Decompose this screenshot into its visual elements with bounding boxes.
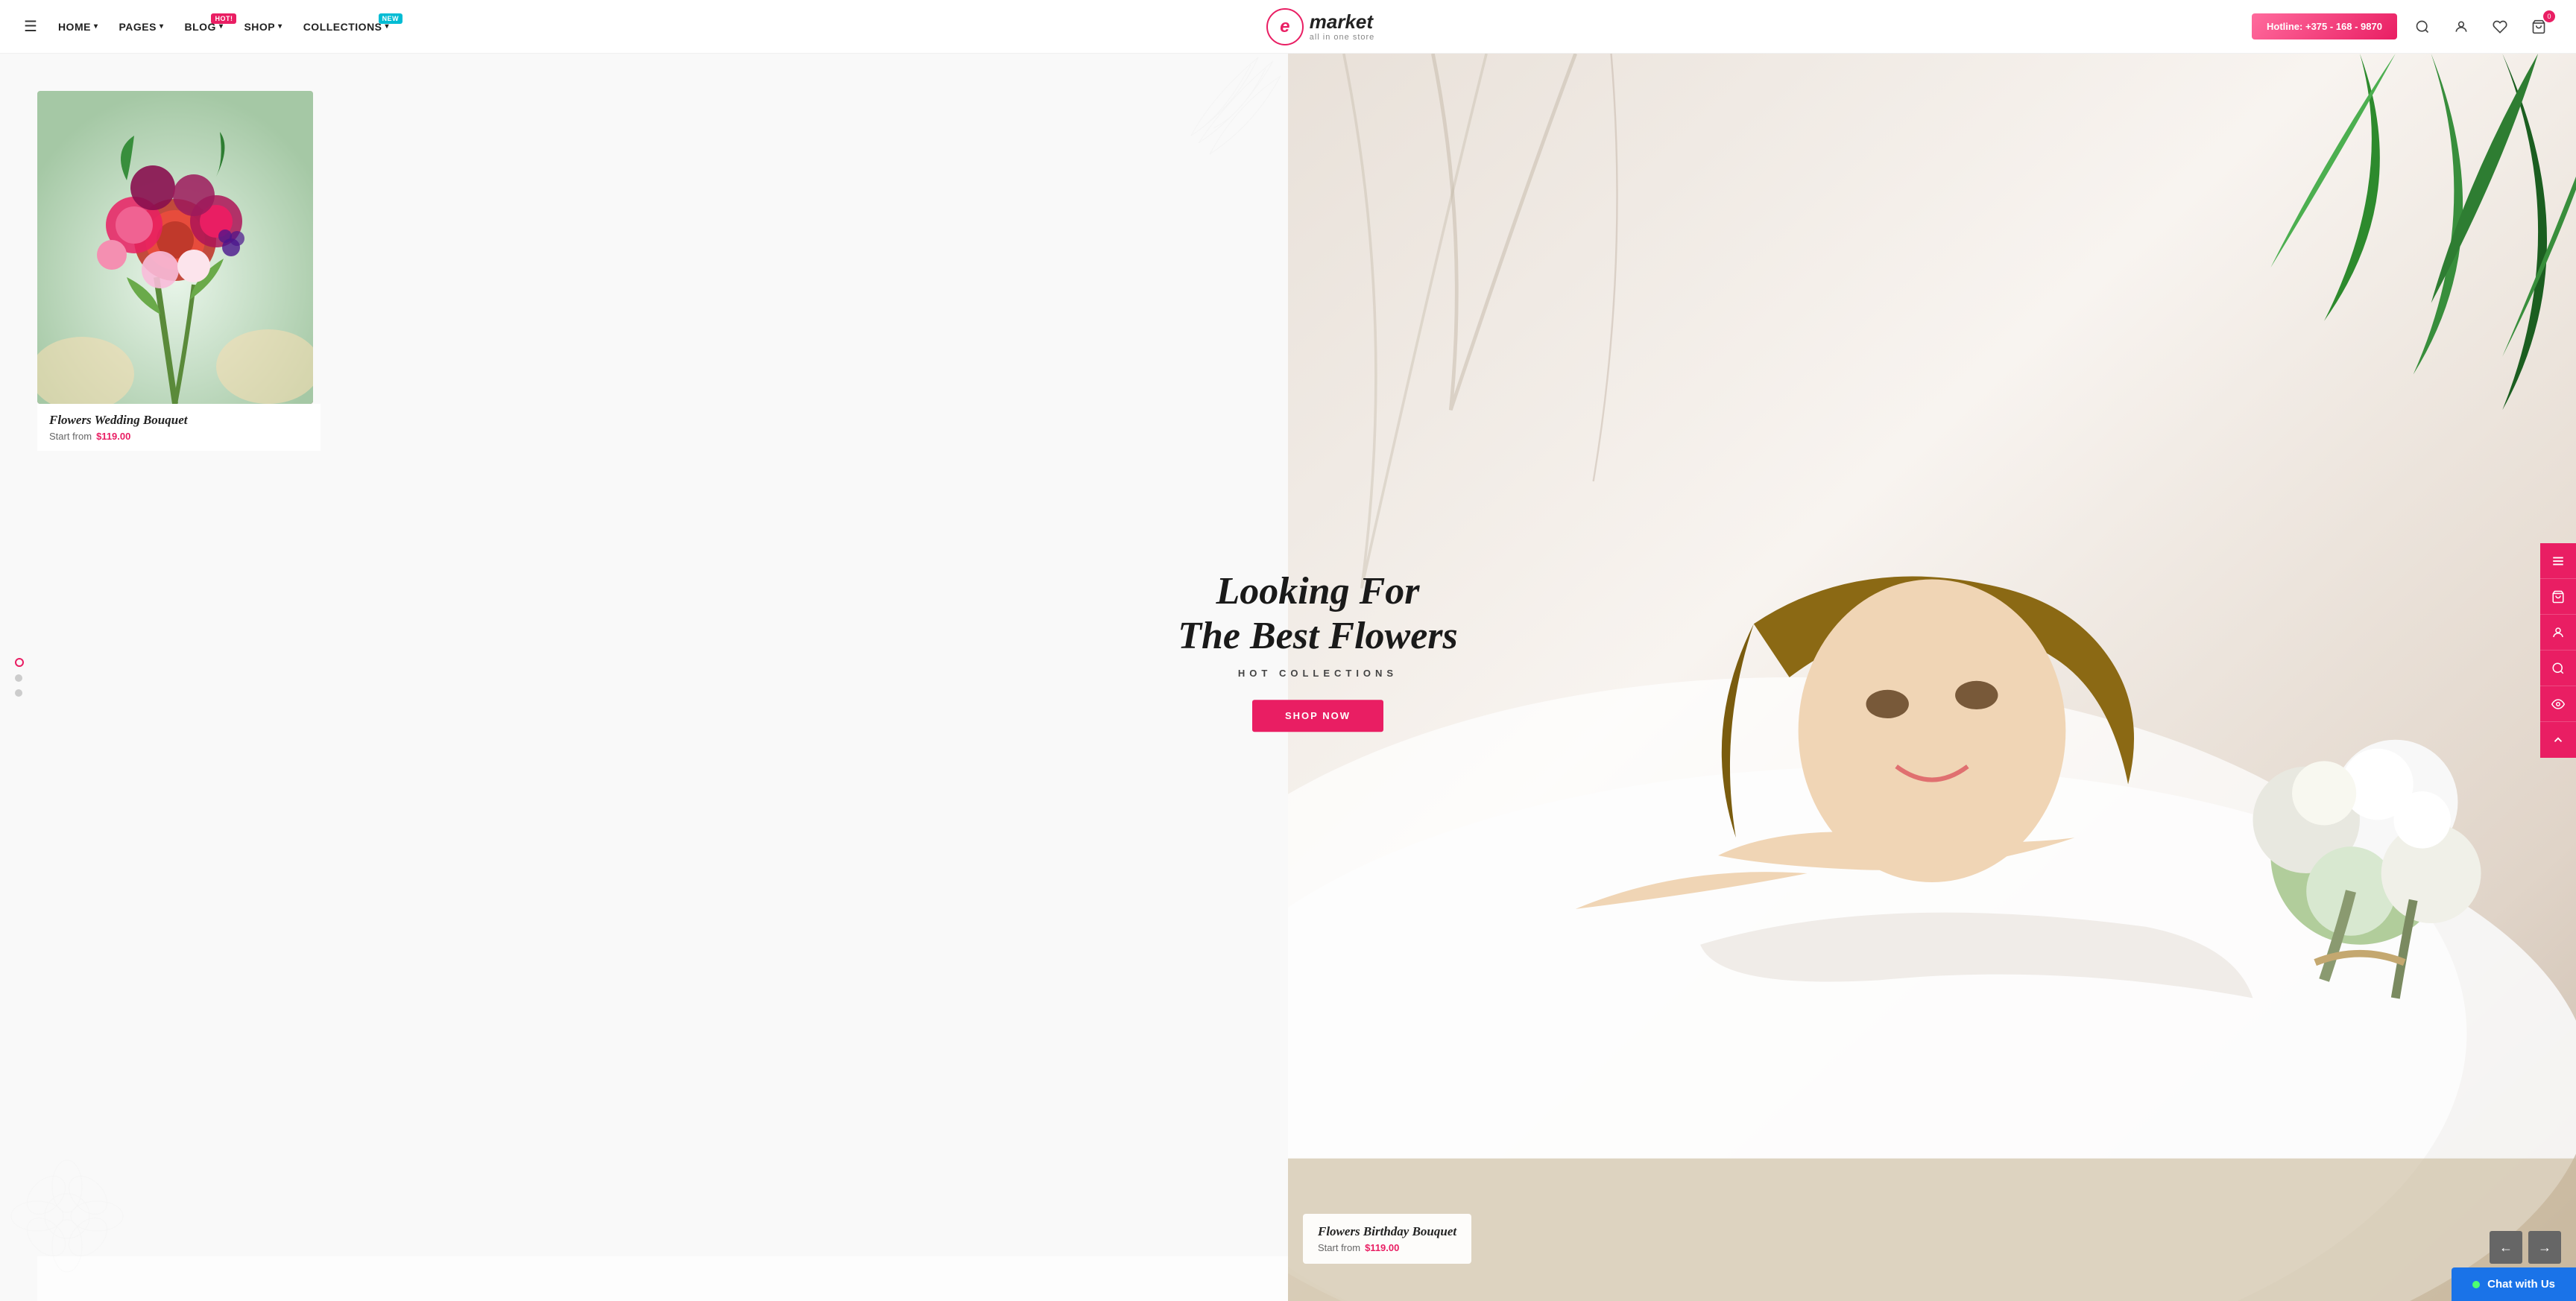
product-price-left: $119.00 [96, 431, 130, 442]
left-panel: Flowers Wedding Bouquet Start from $119.… [0, 54, 1288, 1301]
nav-item-blog[interactable]: BLOG ▾ Hot! [184, 21, 223, 33]
hero-title: Looking For The Best Flowers [1169, 569, 1467, 659]
sidebar-eye-icon[interactable] [2540, 686, 2576, 722]
product-card-left: Flowers Wedding Bouquet Start from $119.… [37, 91, 321, 451]
hotline-button[interactable]: Hotline: +375 - 168 - 9870 [2252, 13, 2397, 39]
shop-now-button[interactable]: SHOP NOW [1252, 700, 1383, 732]
logo-main-text: market [1310, 11, 1375, 33]
sidebar-search-icon[interactable] [2540, 650, 2576, 686]
nav-left: ☰ HOME ▾ PAGES ▾ BLOG ▾ Hot! SHOP ▾ COLL… [24, 17, 389, 36]
logo-sub-text: all in one store [1310, 33, 1375, 42]
prev-arrow-button[interactable]: ← [2490, 1231, 2522, 1264]
main-content: Flowers Wedding Bouquet Start from $119.… [0, 54, 2576, 1301]
right-panel: Flowers Birthday Bouquet Start from $119… [1288, 54, 2576, 1301]
nav-item-shop[interactable]: SHOP ▾ [244, 21, 282, 33]
wishlist-icon-btn[interactable] [2487, 13, 2513, 40]
right-background [1288, 54, 2576, 1301]
price-prefix-left: Start from [49, 431, 92, 442]
dot-2[interactable] [15, 674, 22, 682]
nav-arrows: ← → [2490, 1231, 2561, 1264]
sidebar-icons [2540, 543, 2576, 758]
sidebar-up-icon[interactable] [2540, 722, 2576, 758]
product-info-left: Flowers Wedding Bouquet Start from $119.… [37, 404, 321, 451]
product-image-left [37, 91, 313, 404]
dot-indicators [15, 658, 24, 697]
cart-badge: 0 [2543, 10, 2555, 22]
navbar: ☰ HOME ▾ PAGES ▾ BLOG ▾ Hot! SHOP ▾ COLL… [0, 0, 2576, 54]
sidebar-user-icon[interactable] [2540, 615, 2576, 650]
blog-badge: Hot! [211, 13, 236, 24]
chat-label: Chat with Us [2487, 1278, 2555, 1291]
logo-circle: e [1266, 8, 1304, 45]
price-prefix-right: Start from [1318, 1242, 1360, 1253]
product-name-right: Flowers Birthday Bouquet [1318, 1224, 1456, 1239]
nav-right: Hotline: +375 - 168 - 9870 0 [2252, 13, 2552, 40]
product-price-right: $119.00 [1365, 1242, 1399, 1253]
product-name-left: Flowers Wedding Bouquet [49, 413, 309, 428]
product-card-right: Flowers Birthday Bouquet Start from $119… [1303, 1214, 1471, 1264]
sidebar-cart-icon[interactable] [2540, 579, 2576, 615]
hamburger-icon[interactable]: ☰ [24, 17, 37, 36]
hero-subtitle: HOT COLLECTIONS [1169, 668, 1467, 679]
bottom-strip-left [37, 1256, 1288, 1301]
collections-badge: New [379, 13, 403, 24]
account-icon-btn[interactable] [2448, 13, 2475, 40]
dot-1[interactable] [15, 658, 24, 667]
sidebar-menu-icon[interactable] [2540, 543, 2576, 579]
dot-3[interactable] [15, 689, 22, 697]
search-icon-btn[interactable] [2409, 13, 2436, 40]
cart-icon-btn[interactable]: 0 [2525, 13, 2552, 40]
chat-online-dot [2472, 1281, 2480, 1288]
nav-item-pages[interactable]: PAGES ▾ [119, 21, 163, 33]
nav-item-collections[interactable]: COLLECTIONS ▾ New [303, 21, 389, 33]
nav-item-home[interactable]: HOME ▾ [58, 21, 98, 33]
next-arrow-button[interactable]: → [2528, 1231, 2561, 1264]
chat-widget[interactable]: Chat with Us [2452, 1267, 2576, 1301]
deco-leaves-top [1139, 54, 1288, 224]
logo[interactable]: e market all in one store [1266, 8, 1375, 45]
hero-section: Looking For The Best Flowers HOT COLLECT… [1169, 569, 1467, 732]
